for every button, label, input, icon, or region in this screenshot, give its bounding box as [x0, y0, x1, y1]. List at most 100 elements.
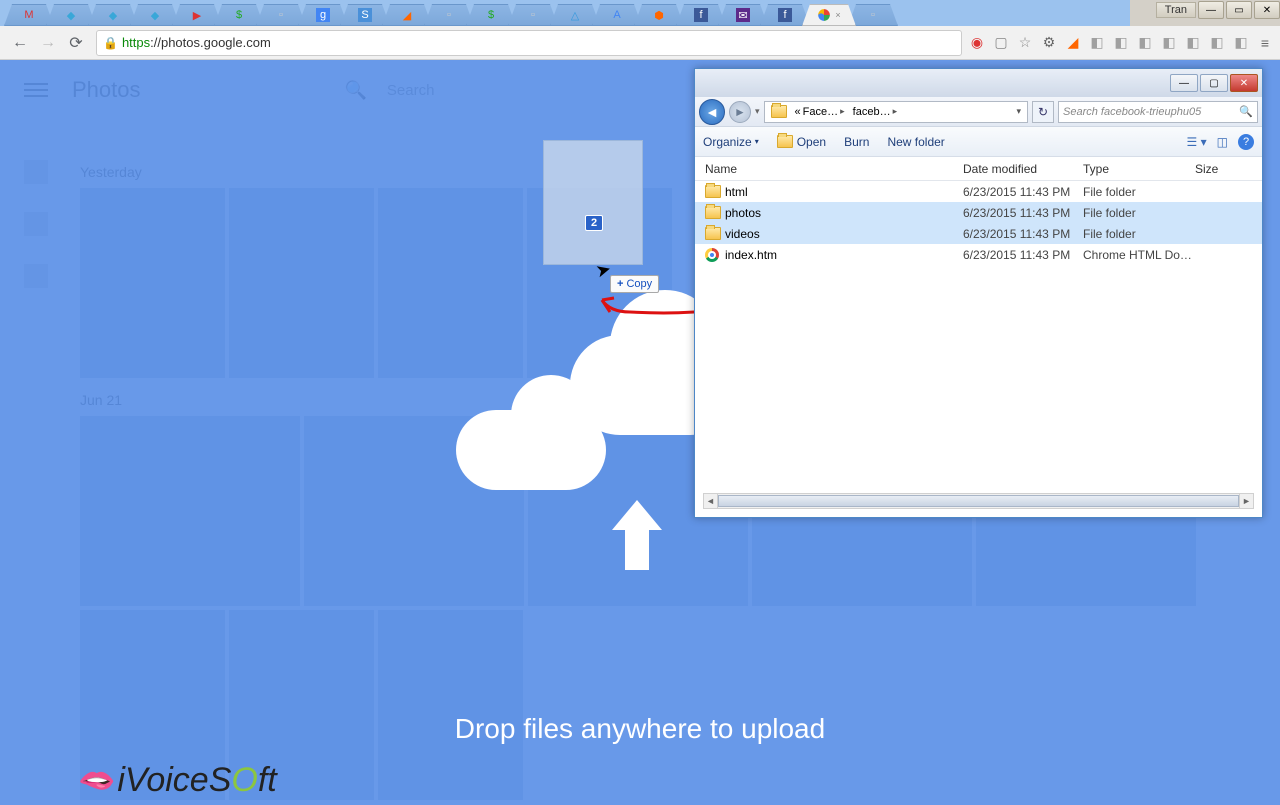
lips-icon: 🫦 [78, 763, 115, 798]
explorer-row[interactable]: photos6/23/2015 11:43 PMFile folder [695, 202, 1262, 223]
newfolder-button[interactable]: New folder [887, 135, 944, 149]
file-date: 6/23/2015 11:43 PM [963, 206, 1083, 220]
drag-count-badge: 2 [585, 215, 603, 231]
scrollbar-thumb[interactable] [718, 495, 1239, 507]
scroll-left-button[interactable]: ◄ [704, 494, 718, 508]
chrome-toolbar: ← → ⟳ 🔒 https://photos.google.com ◉ ▢ ☆ … [0, 26, 1280, 60]
browser-tab[interactable]: ◆ [46, 4, 96, 26]
os-app-label: Tran [1156, 2, 1196, 18]
window-minimize-button[interactable]: — [1170, 74, 1198, 92]
file-type: File folder [1083, 206, 1203, 220]
ext-icon[interactable]: ◧ [1232, 34, 1250, 52]
nav-reload-button[interactable]: ⟳ [64, 31, 88, 55]
ext-icon[interactable]: ⚙ [1040, 34, 1058, 52]
browser-tab[interactable]: ✉ [718, 4, 768, 26]
explorer-window[interactable]: — ▢ ✕ ◄ ► ▾ « Face… ▸ faceb… ▸ ▾ ↻ Searc… [694, 68, 1263, 518]
explorer-columns[interactable]: Name Date modified Type Size [695, 157, 1262, 181]
browser-tab[interactable]: S [340, 4, 390, 26]
ext-icon[interactable]: ◧ [1160, 34, 1178, 52]
os-maximize-button[interactable]: ▭ [1226, 1, 1252, 19]
view-options-button[interactable]: ☰ ▾ [1187, 135, 1207, 149]
browser-tab[interactable]: g [298, 4, 348, 26]
nav-back-button[interactable]: ◄ [699, 99, 725, 125]
ext-icon[interactable]: ◧ [1208, 34, 1226, 52]
ext-icon[interactable]: ◧ [1136, 34, 1154, 52]
ext-icon[interactable]: ▢ [992, 34, 1010, 52]
browser-tab[interactable]: ▫ [848, 4, 898, 26]
explorer-scrollbar[interactable]: ◄ ► [703, 493, 1254, 509]
ext-icon[interactable]: ◧ [1112, 34, 1130, 52]
browser-tab[interactable]: ◆ [130, 4, 180, 26]
burn-button[interactable]: Burn [844, 135, 869, 149]
chrome-menu-icon[interactable]: ≡ [1256, 34, 1274, 52]
address-bar[interactable]: 🔒 https://photos.google.com [96, 30, 962, 56]
browser-tab[interactable]: f [676, 4, 726, 26]
tab-close-icon[interactable]: × [835, 10, 840, 20]
nav-forward-button[interactable]: ► [729, 101, 751, 123]
col-size[interactable]: Size [1195, 162, 1218, 176]
chevron-down-icon[interactable]: ▾ [755, 106, 760, 117]
window-close-button[interactable]: ✕ [1230, 74, 1258, 92]
file-name: index.htm [725, 248, 963, 262]
ext-icon[interactable]: ◢ [1064, 34, 1082, 52]
explorer-list: html6/23/2015 11:43 PMFile folderphotos6… [695, 181, 1262, 265]
explorer-navbar: ◄ ► ▾ « Face… ▸ faceb… ▸ ▾ ↻ Search face… [695, 97, 1262, 127]
explorer-search-input[interactable]: Search facebook-trieuphu05 🔍 [1058, 101, 1258, 123]
drop-text: Drop files anywhere to upload [0, 713, 1280, 745]
browser-tab[interactable]: △ [550, 4, 600, 26]
watermark: 🫦 iVoiceSOft [78, 761, 277, 800]
refresh-button[interactable]: ↻ [1032, 101, 1054, 123]
file-type: Chrome HTML Do… [1083, 248, 1203, 262]
file-type: File folder [1083, 227, 1203, 241]
breadcrumb[interactable]: « Face… ▸ faceb… ▸ ▾ [764, 101, 1028, 123]
lock-icon: 🔒 [103, 36, 118, 50]
help-button[interactable]: ? [1238, 134, 1254, 150]
file-name: videos [725, 227, 963, 241]
browser-tab[interactable]: f [760, 4, 810, 26]
url-text: https://photos.google.com [122, 35, 271, 50]
browser-tab[interactable]: ▫ [256, 4, 306, 26]
cloud-icon [456, 410, 606, 490]
browser-tab[interactable]: ▫ [424, 4, 474, 26]
explorer-row[interactable]: html6/23/2015 11:43 PMFile folder [695, 181, 1262, 202]
nav-back-button[interactable]: ← [8, 31, 32, 55]
organize-menu[interactable]: Organize ▾ [703, 135, 759, 149]
nav-forward-button[interactable]: → [36, 31, 60, 55]
browser-tab[interactable]: $ [466, 4, 516, 26]
os-minimize-button[interactable]: — [1198, 1, 1224, 19]
explorer-row[interactable]: videos6/23/2015 11:43 PMFile folder [695, 223, 1262, 244]
explorer-row[interactable]: index.htm6/23/2015 11:43 PMChrome HTML D… [695, 244, 1262, 265]
preview-pane-button[interactable]: ◫ [1217, 135, 1228, 149]
ext-icon[interactable]: ◧ [1184, 34, 1202, 52]
google-photos-favicon [817, 8, 831, 22]
explorer-titlebar[interactable]: — ▢ ✕ [695, 69, 1262, 97]
ext-icon[interactable]: ◧ [1088, 34, 1106, 52]
browser-tab[interactable]: ▶ [172, 4, 222, 26]
browser-tab[interactable]: $ [214, 4, 264, 26]
col-type[interactable]: Type [1083, 162, 1195, 176]
os-close-button[interactable]: ✕ [1254, 1, 1280, 19]
browser-tab[interactable]: ⬢ [634, 4, 684, 26]
browser-tab-active[interactable]: × [802, 4, 856, 26]
browser-tab[interactable]: M [4, 4, 54, 26]
folder-icon [705, 206, 721, 219]
open-button[interactable]: Open [777, 135, 826, 149]
col-date[interactable]: Date modified [963, 162, 1083, 176]
folder-open-icon [777, 135, 793, 148]
bookmark-star-icon[interactable]: ☆ [1016, 34, 1034, 52]
scroll-right-button[interactable]: ► [1239, 494, 1253, 508]
chrome-tabstrip: M ◆ ◆ ◆ ▶ $ ▫ g S ◢ ▫ $ ▫ △ A ⬢ f ✉ f × … [0, 0, 1130, 26]
browser-tab[interactable]: ▫ [508, 4, 558, 26]
browser-tab[interactable]: ◢ [382, 4, 432, 26]
file-name: html [725, 185, 963, 199]
col-name[interactable]: Name [705, 162, 963, 176]
browser-tab[interactable]: ◆ [88, 4, 138, 26]
window-maximize-button[interactable]: ▢ [1200, 74, 1228, 92]
ext-icon[interactable]: ◉ [968, 34, 986, 52]
copy-tooltip: + Copy [610, 275, 659, 293]
explorer-toolbar: Organize ▾ Open Burn New folder ☰ ▾ ◫ ? [695, 127, 1262, 157]
browser-tab[interactable]: A [592, 4, 642, 26]
file-date: 6/23/2015 11:43 PM [963, 248, 1083, 262]
os-titlebar: Tran — ▭ ✕ [1156, 0, 1280, 20]
search-icon: 🔍 [1239, 105, 1253, 118]
